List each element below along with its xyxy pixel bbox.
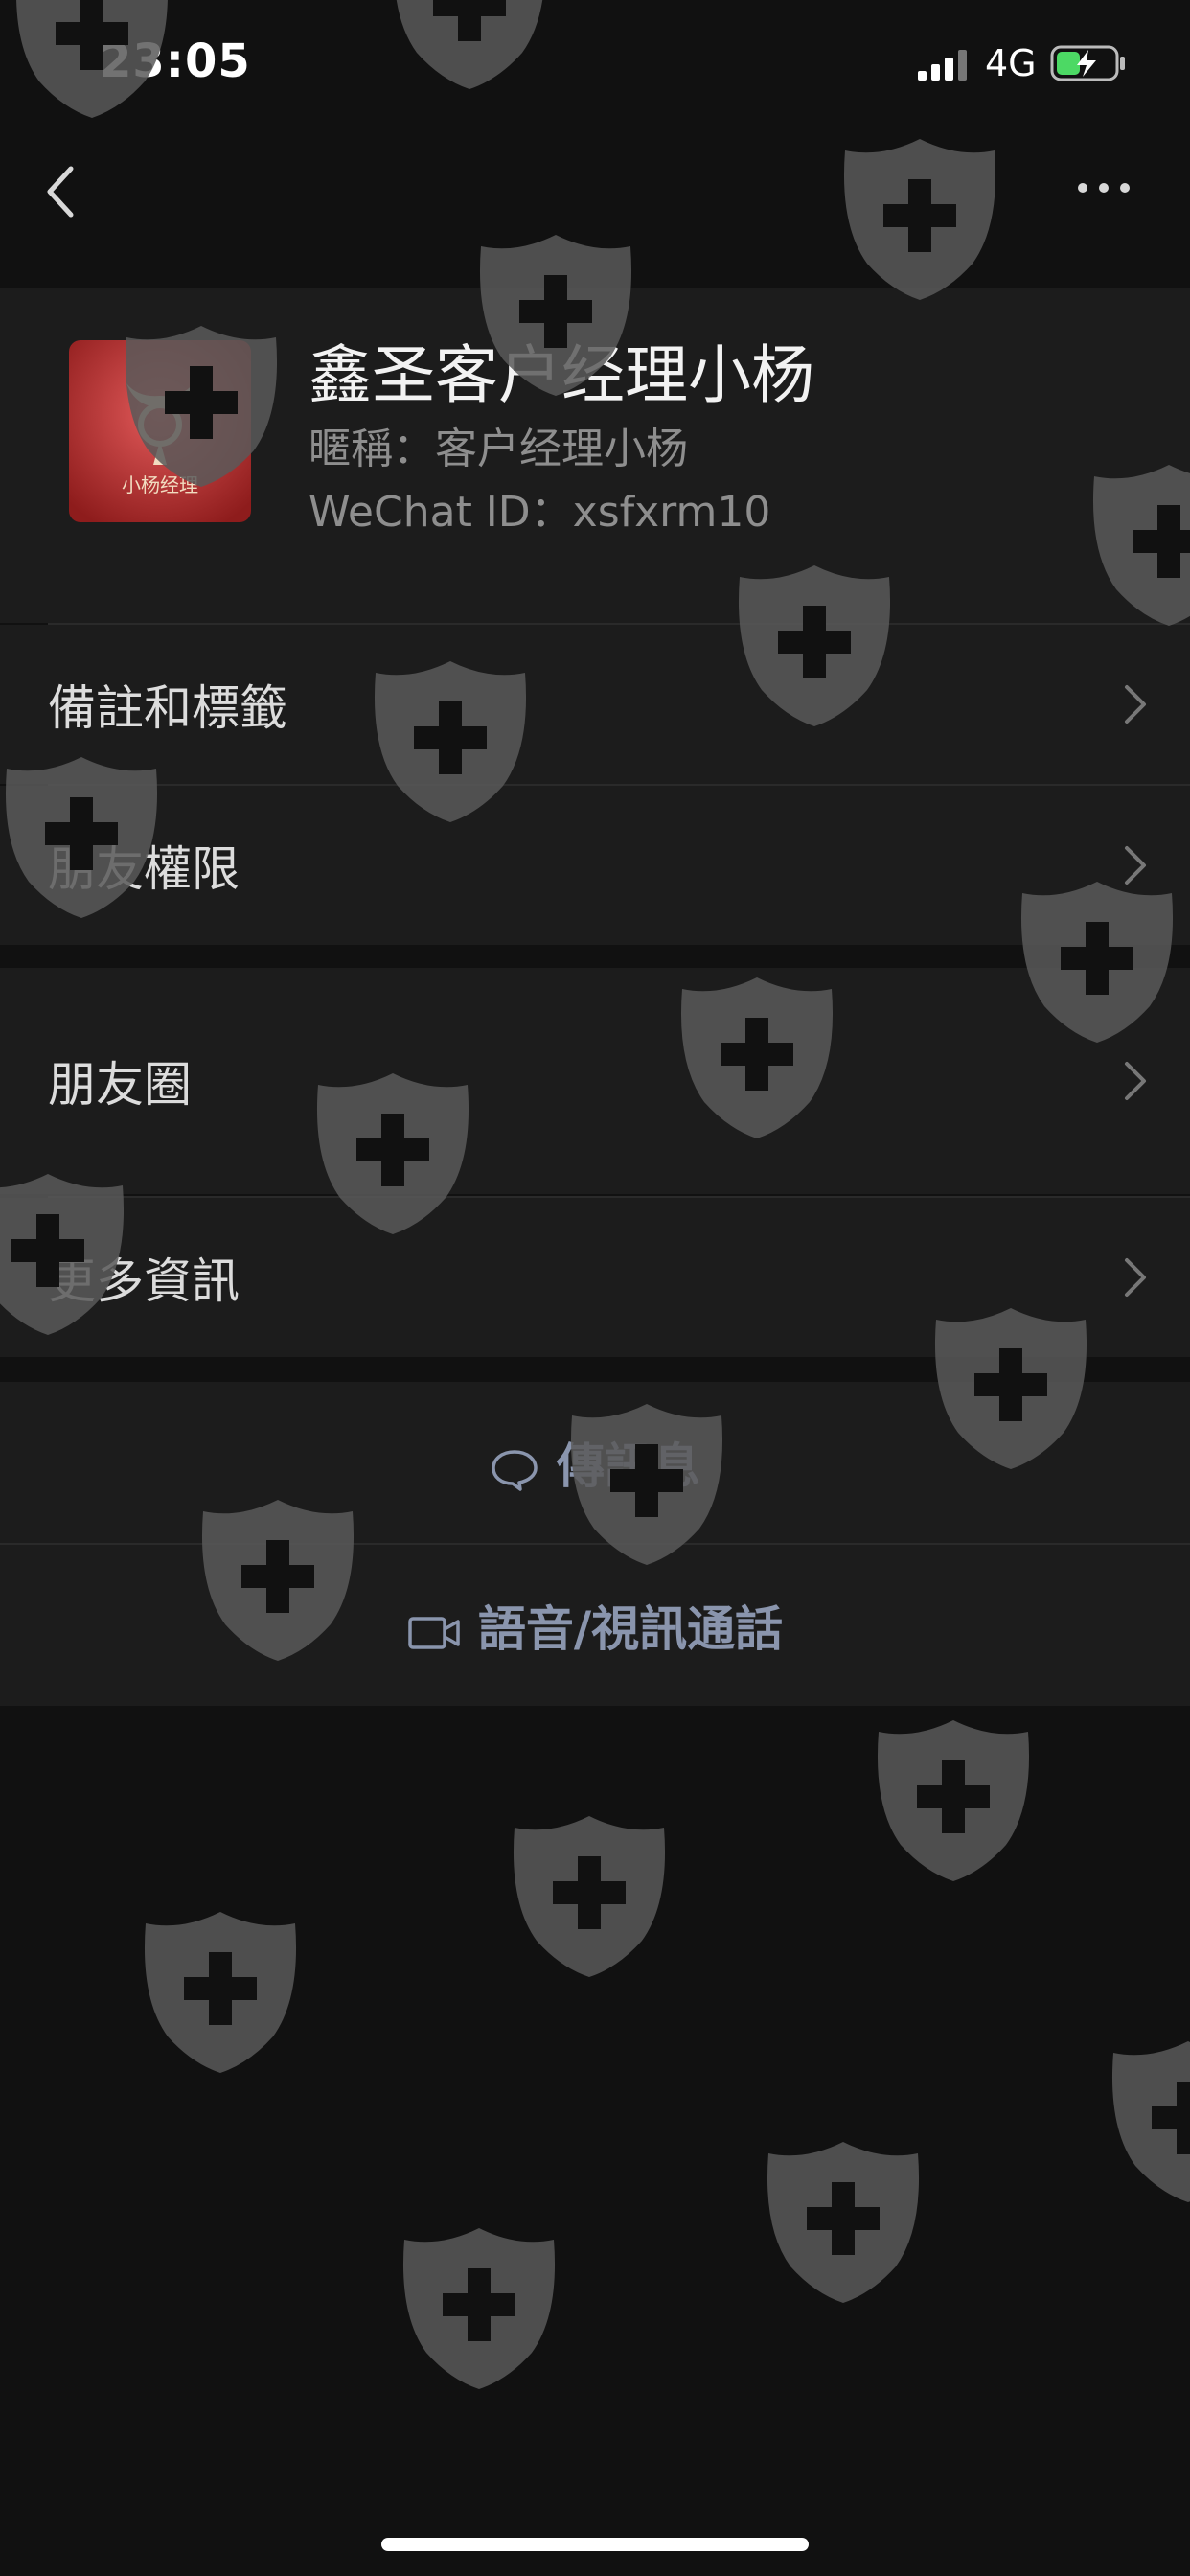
video-camera-icon bbox=[408, 1616, 460, 1649]
home-indicator[interactable] bbox=[381, 2538, 809, 2551]
row-label: 朋友圈 bbox=[48, 1057, 192, 1113]
shield-watermark-icon bbox=[513, 1816, 666, 1977]
chevron-right-icon bbox=[1125, 1062, 1146, 1100]
shield-watermark-icon bbox=[767, 2142, 920, 2303]
more-options-icon[interactable] bbox=[1075, 169, 1133, 207]
shield-watermark-icon bbox=[402, 2228, 556, 2389]
shield-watermark-icon bbox=[877, 1720, 1030, 1881]
cellular-signal-icon bbox=[918, 50, 967, 80]
back-chevron-icon[interactable] bbox=[42, 163, 80, 220]
row-remarks-tags[interactable]: 備註和標籤 bbox=[0, 625, 1190, 784]
contact-name: 鑫圣客户经理小杨 bbox=[309, 338, 814, 412]
voice-video-call-label: 語音/視訊通話 bbox=[477, 1601, 784, 1657]
row-label: 備註和標籤 bbox=[48, 680, 287, 736]
row-label: 朋友權限 bbox=[48, 841, 240, 897]
row-more-info[interactable]: 更多資訊 bbox=[0, 1198, 1190, 1357]
network-type: 4G bbox=[985, 42, 1037, 84]
chat-bubble-icon bbox=[492, 1449, 538, 1491]
contact-wechat-id: WeChat ID：xsfxrm10 bbox=[309, 488, 771, 537]
send-message-label: 傳訊息 bbox=[557, 1438, 700, 1494]
chevron-right-icon bbox=[1125, 685, 1146, 724]
chevron-right-icon bbox=[1125, 846, 1146, 885]
profile-header: 小杨经理 鑫圣客户经理小杨 暱稱：客户经理小杨 WeChat ID：xsfxrm… bbox=[0, 288, 1190, 623]
chevron-right-icon bbox=[1125, 1258, 1146, 1297]
status-bar: 23:05 4G bbox=[0, 0, 1190, 134]
battery-charging-icon bbox=[1050, 45, 1125, 81]
avatar-logo-text: 小杨经理 bbox=[122, 473, 198, 496]
status-time: 23:05 bbox=[100, 34, 251, 88]
row-friend-permissions[interactable]: 朋友權限 bbox=[0, 786, 1190, 945]
avatar[interactable]: 小杨经理 bbox=[69, 340, 251, 522]
shield-watermark-icon bbox=[1111, 2041, 1190, 2202]
send-message-button[interactable]: 傳訊息 bbox=[0, 1382, 1190, 1543]
row-label: 更多資訊 bbox=[48, 1254, 240, 1309]
contact-nickname: 暱稱：客户经理小杨 bbox=[309, 425, 688, 473]
shield-watermark-icon bbox=[144, 1912, 297, 2073]
voice-video-call-button[interactable]: 語音/視訊通話 bbox=[0, 1545, 1190, 1706]
nav-bar bbox=[0, 144, 1190, 240]
row-moments[interactable]: 朋友圈 bbox=[0, 968, 1190, 1194]
